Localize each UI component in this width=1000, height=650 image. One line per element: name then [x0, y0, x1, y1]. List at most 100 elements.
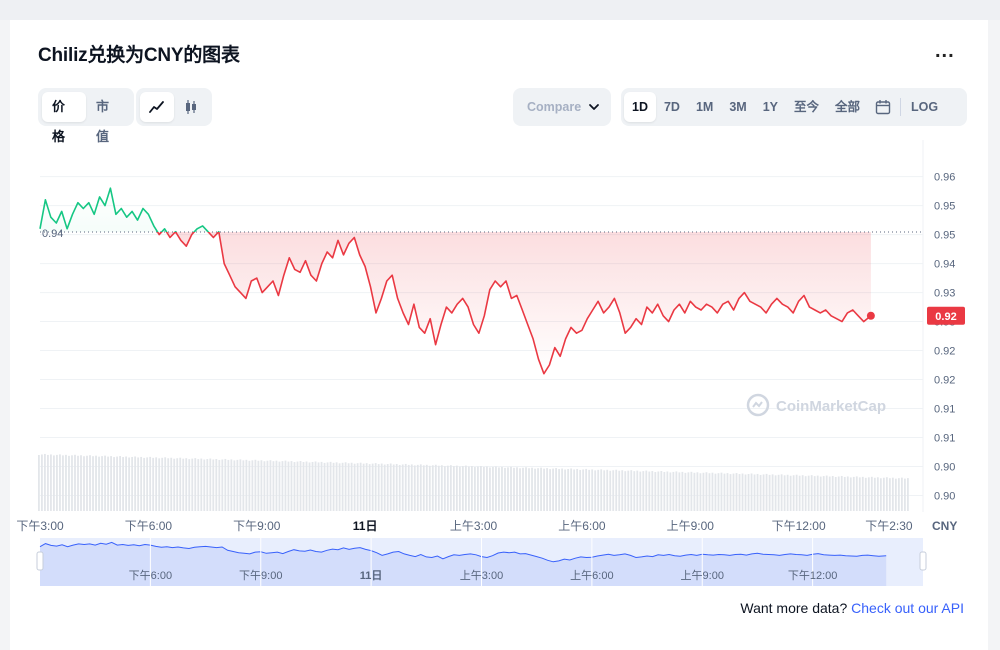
volume-bar	[810, 475, 813, 511]
volume-bar	[335, 462, 338, 511]
volume-bar	[410, 464, 413, 511]
volume-bar	[636, 470, 639, 511]
volume-bar	[239, 459, 242, 511]
price-area-red	[40, 231, 871, 374]
volume-bar	[443, 466, 446, 511]
volume-bar	[440, 465, 443, 511]
volume-bar	[684, 472, 687, 511]
volume-bar	[395, 463, 398, 511]
volume-bar	[98, 456, 100, 511]
volume-bar	[882, 477, 885, 511]
volume-bar	[407, 464, 410, 511]
volume-bar	[377, 464, 380, 511]
x-tick-label: 下午6:00	[125, 519, 173, 533]
volume-bar	[753, 474, 756, 511]
volume-bar	[504, 467, 506, 511]
volume-bar	[771, 474, 774, 511]
volume-bar	[612, 470, 615, 511]
volume-bar	[347, 463, 350, 511]
volume-bar	[525, 467, 527, 511]
volume-bar	[819, 476, 822, 511]
volume-bar	[735, 473, 738, 511]
volume-bar	[690, 471, 693, 511]
current-price-dot	[866, 311, 875, 320]
volume-bar	[867, 477, 870, 511]
volume-bar	[654, 472, 657, 511]
volume-bar	[708, 473, 711, 511]
volume-bar	[224, 458, 227, 511]
volume-bar	[449, 465, 452, 511]
volume-bar	[200, 458, 203, 511]
volume-bar	[609, 470, 612, 511]
volume-bar	[477, 466, 479, 511]
volume-bar	[615, 469, 618, 511]
volume-bar	[570, 468, 573, 511]
volume-bar	[95, 455, 97, 511]
volume-bar	[780, 474, 783, 511]
volume-bar	[645, 470, 648, 511]
volume-bar	[795, 474, 798, 511]
volume-bar	[480, 466, 482, 511]
volume-bar	[675, 471, 678, 511]
volume-bar	[320, 461, 323, 511]
volume-bar	[714, 473, 717, 511]
volume-bar	[143, 457, 146, 511]
volume-bar	[528, 468, 530, 511]
reference-price-label: 0.94	[42, 228, 63, 240]
volume-bar	[470, 466, 473, 511]
volume-bar	[834, 477, 837, 511]
volume-bar	[155, 457, 158, 511]
navigator-handle-right[interactable]	[919, 551, 927, 571]
volume-bar	[747, 473, 750, 511]
volume-bar	[218, 459, 221, 511]
volume-bar	[137, 457, 140, 511]
volume-bar	[705, 472, 708, 511]
volume-bar	[699, 473, 702, 511]
volume-bar	[428, 465, 431, 511]
volume-bar	[711, 472, 714, 511]
x-axis: 下午3:00 下午6:00 下午9:00 11日 上午3:00 上午6:00 上午9:00 下…	[16, 519, 913, 533]
volume-bar	[852, 476, 855, 511]
volume-bar	[185, 458, 188, 511]
volume-bar	[278, 461, 281, 511]
volume-bar	[371, 463, 374, 511]
volume-bar	[537, 468, 539, 511]
api-link[interactable]: Check out our API	[851, 600, 964, 616]
navigator-handle-left[interactable]	[36, 551, 44, 571]
watermark-text: CoinMarketCap	[776, 398, 886, 415]
navigator-tick-label: 下午6:00	[129, 569, 172, 582]
volume-bar	[263, 461, 266, 511]
price-chart[interactable]: 0.960.950.950.940.930.930.920.920.910.91…	[10, 20, 988, 600]
volume-bar	[431, 465, 434, 511]
volume-bar	[594, 470, 597, 511]
volume-bar	[501, 466, 503, 511]
volume-bar	[113, 457, 115, 511]
volume-bar	[522, 467, 524, 511]
volume-bar	[89, 455, 91, 511]
volume-bar	[792, 475, 795, 511]
volume-bar	[486, 466, 488, 511]
navigator-tick-label: 11日	[360, 569, 383, 582]
volume-bar	[558, 469, 560, 511]
volume-bar	[783, 475, 786, 511]
volume-bar	[549, 469, 551, 511]
volume-bar	[149, 456, 152, 511]
volume-bar	[269, 460, 272, 511]
volume-bar	[762, 474, 765, 511]
volume-bar	[669, 472, 672, 511]
footer-text: Want more data?	[740, 600, 848, 616]
range-navigator[interactable]: 下午6:00 下午9:00 11日 上午3:00 上午6:00 上午9:00 下午12:00	[36, 538, 927, 586]
volume-bar	[80, 455, 82, 511]
volume-bar	[317, 462, 320, 511]
volume-bar	[552, 468, 554, 511]
volume-bar	[804, 476, 807, 511]
volume-bar	[687, 472, 690, 511]
volume-bar	[194, 458, 197, 511]
volume-bar	[903, 478, 906, 511]
volume-bar	[789, 475, 792, 511]
volume-bar	[290, 461, 293, 511]
volume-bar	[540, 467, 542, 511]
volume-bar	[876, 477, 879, 511]
volume-bar	[119, 456, 121, 511]
volume-bar	[720, 472, 723, 511]
